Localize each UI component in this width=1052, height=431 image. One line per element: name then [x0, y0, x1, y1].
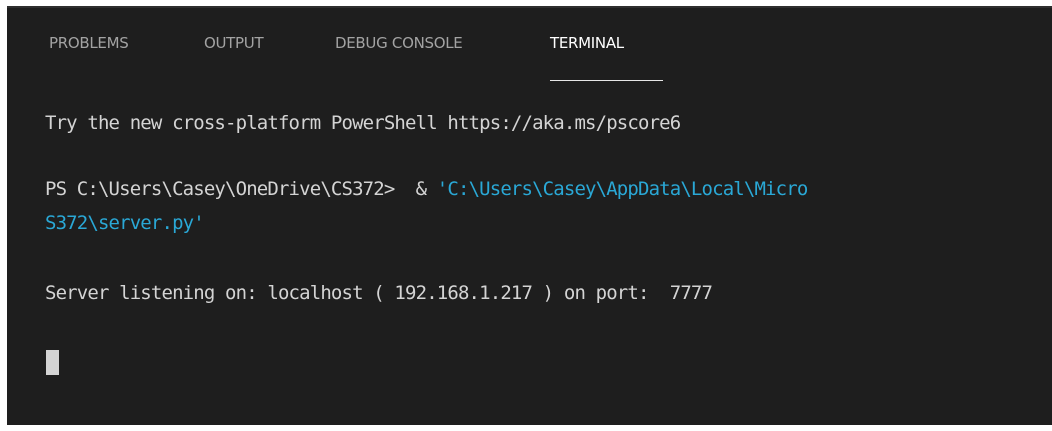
command-path-part2: S372\server.py'	[45, 212, 205, 234]
terminal-server-output: Server listening on: localhost ( 192.168…	[45, 282, 713, 304]
command-path-part1: 'C:\Users\Casey\AppData\Local\Micro	[436, 178, 808, 200]
terminal-prompt: PS C:\Users\Casey\OneDrive\CS372> &	[45, 178, 437, 200]
terminal-intro-line: Try the new cross-platform PowerShell ht…	[45, 112, 681, 134]
terminal-command-line: PS C:\Users\Casey\OneDrive\CS372> & 'C:\…	[45, 178, 808, 200]
terminal-cursor	[46, 350, 59, 375]
terminal-output[interactable]: Try the new cross-platform PowerShell ht…	[7, 6, 1052, 425]
terminal-panel: PROBLEMS OUTPUT DEBUG CONSOLE TERMINAL T…	[7, 6, 1052, 425]
